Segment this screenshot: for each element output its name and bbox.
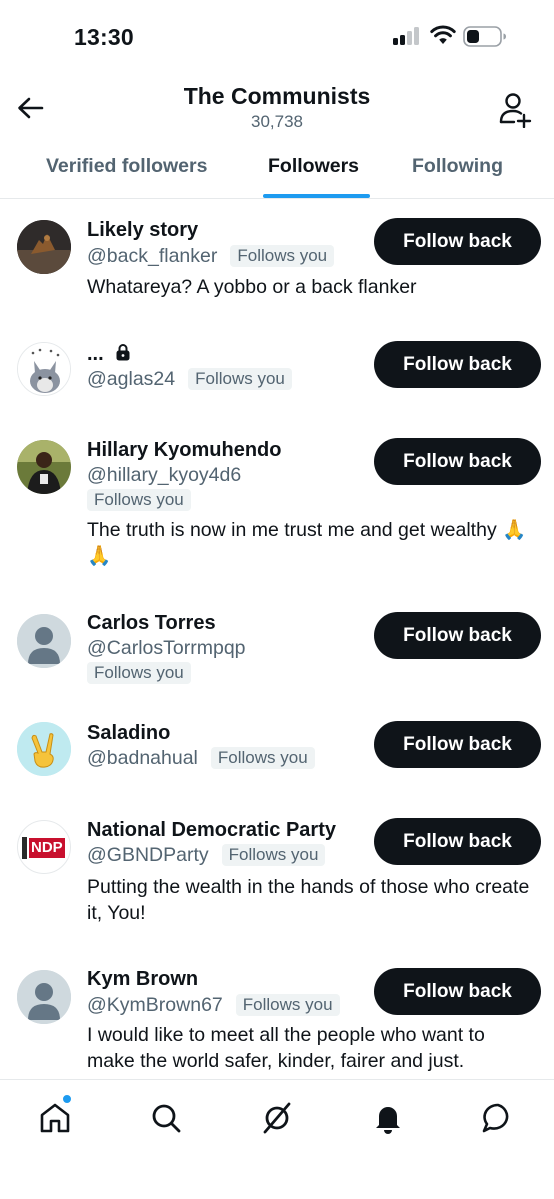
victory-hand-icon [17, 722, 71, 776]
nav-search[interactable] [146, 1098, 186, 1138]
list-item[interactable]: Saladino @badnahual Follows you Follow b… [0, 702, 554, 802]
list-item[interactable]: Likely story @back_flanker Follows you W… [0, 200, 554, 322]
follows-you-badge: Follows you [230, 245, 335, 267]
user-name[interactable]: Hillary Kyomuhendo [87, 438, 281, 462]
follows-you-badge: Follows you [221, 844, 326, 866]
avatar[interactable] [17, 722, 71, 776]
follows-you-badge: Follows you [235, 994, 340, 1016]
user-handle-line: @back_flanker Follows you [87, 244, 335, 268]
bottom-navigation [0, 1079, 554, 1199]
user-handle-line: @GBNDParty Follows you [87, 843, 326, 867]
follows-you-badge: Follows you [87, 662, 191, 684]
follow-back-button[interactable]: Follow back [374, 612, 541, 659]
search-icon [152, 1104, 181, 1133]
user-bio: Whatareya? A yobbo or a back flanker [87, 276, 417, 298]
messages-icon [482, 1103, 509, 1133]
follow-back-button[interactable]: Follow back [374, 968, 541, 1015]
tab-following[interactable]: Following [412, 153, 503, 193]
tab-verified-followers[interactable]: Verified followers [46, 153, 207, 193]
lock-icon [116, 344, 130, 361]
list-item[interactable]: NDP National Democratic Party @GBNDParty… [0, 800, 554, 950]
list-item[interactable]: Kym Brown @KymBrown67 Follows you I woul… [0, 950, 554, 1079]
user-handle[interactable]: @hillary_kyoy4d6 [87, 463, 241, 487]
follower-count: 30,738 [251, 112, 303, 131]
user-handle-line: @aglas24 Follows you [87, 367, 292, 391]
user-name-line: ... [87, 342, 131, 366]
battery-icon [463, 26, 507, 47]
follow-back-button[interactable]: Follow back [374, 721, 541, 768]
user-name[interactable]: Likely story [87, 218, 198, 242]
list-item[interactable]: Hillary Kyomuhendo @hillary_kyoy4d6 Foll… [0, 420, 554, 592]
follow-back-button[interactable]: Follow back [374, 438, 541, 485]
follows-you-badge: Follows you [188, 368, 292, 390]
cellular-signal-icon [393, 27, 423, 45]
wifi-icon [430, 24, 456, 46]
page-title: The Communists [183, 83, 371, 109]
follow-back-button[interactable]: Follow back [374, 818, 541, 865]
ndp-logo-text: NDP [29, 838, 65, 858]
notifications-icon [376, 1107, 400, 1134]
avatar[interactable] [17, 342, 71, 396]
user-handle[interactable]: @badnahual [87, 746, 198, 770]
list-item[interactable]: ... @aglas24 Follows you Follow back [0, 322, 554, 432]
follows-you-badge: Follows you [87, 489, 191, 511]
user-name[interactable]: Saladino [87, 721, 170, 745]
user-handle[interactable]: @CarlosTorrmpqp [87, 636, 246, 660]
active-tab-indicator [263, 194, 370, 198]
follow-back-button[interactable]: Follow back [374, 341, 541, 388]
nav-grok[interactable] [257, 1098, 297, 1138]
list-item[interactable]: Carlos Torres @CarlosTorrmpqp Follows yo… [0, 592, 554, 702]
add-user-icon [499, 93, 532, 128]
user-handle[interactable]: @aglas24 [87, 367, 175, 391]
default-avatar-icon [17, 614, 71, 668]
avatar[interactable] [17, 220, 71, 274]
tab-followers[interactable]: Followers [268, 153, 359, 193]
ndp-logo: NDP [22, 837, 68, 859]
tab-bar: Verified followers Followers Following [0, 143, 554, 199]
header-title-block: The Communists 30,738 [0, 82, 554, 133]
nav-notifications[interactable] [368, 1098, 408, 1138]
user-handle-line: @badnahual Follows you [87, 746, 315, 770]
status-time: 13:30 [74, 24, 134, 50]
avatar[interactable] [17, 440, 71, 494]
avatar[interactable]: NDP [17, 820, 71, 874]
user-bio: Putting the wealth in the hands of those… [87, 876, 530, 924]
add-user-button[interactable] [496, 91, 534, 129]
user-name[interactable]: ... [87, 343, 104, 365]
user-name[interactable]: National Democratic Party [87, 818, 336, 842]
follows-you-badge: Follows you [210, 747, 315, 769]
home-notification-dot [62, 1094, 72, 1104]
nav-home[interactable] [35, 1098, 75, 1138]
user-handle[interactable]: @KymBrown67 [87, 993, 223, 1017]
header: The Communists 30,738 [0, 70, 554, 142]
grok-icon [263, 1102, 291, 1134]
avatar[interactable] [17, 614, 71, 668]
follow-back-button[interactable]: Follow back [374, 218, 541, 265]
user-handle-line: @KymBrown67 Follows you [87, 993, 340, 1017]
user-handle[interactable]: @back_flanker [87, 244, 217, 268]
user-handle[interactable]: @GBNDParty [87, 843, 209, 867]
home-icon [40, 1103, 70, 1133]
user-bio: The truth is now in me trust me and get … [87, 519, 527, 567]
nav-messages[interactable] [478, 1098, 518, 1138]
default-avatar-icon [17, 970, 71, 1024]
user-name[interactable]: Carlos Torres [87, 611, 216, 635]
user-bio: I would like to meet all the people who … [87, 1024, 485, 1072]
user-name[interactable]: Kym Brown [87, 967, 198, 991]
avatar[interactable] [17, 970, 71, 1024]
status-bar: 13:30 [0, 0, 554, 70]
